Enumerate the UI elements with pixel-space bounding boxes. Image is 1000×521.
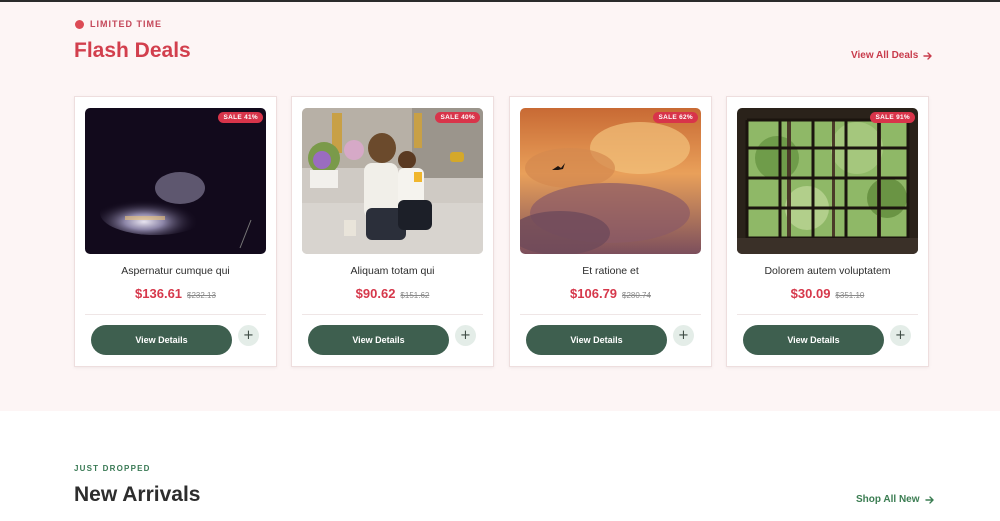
add-to-cart-button[interactable]: + [890, 325, 911, 346]
original-price: $151.62 [400, 291, 430, 300]
sale-price: $30.09 [790, 286, 831, 301]
card-divider [737, 314, 918, 315]
product-image[interactable]: SALE 41% [85, 108, 266, 254]
sale-badge: SALE 62% [653, 112, 698, 123]
product-name[interactable]: Aspernatur cumque qui [75, 265, 276, 277]
product-card[interactable]: SALE 41% Aspernatur cumque qui $136.61 $… [74, 96, 277, 367]
limited-time-eyebrow: LIMITED TIME [75, 19, 162, 29]
product-image[interactable]: SALE 62% [520, 108, 701, 254]
product-image[interactable]: SALE 40% [302, 108, 483, 254]
original-price: $351.10 [835, 291, 865, 300]
price-row: $136.61 $232.13 [75, 286, 276, 301]
view-details-button[interactable]: View Details [526, 325, 667, 355]
dark-smoke-photo [85, 108, 266, 254]
original-price: $232.13 [187, 291, 216, 300]
view-details-button[interactable]: View Details [743, 325, 884, 355]
sale-badge: SALE 40% [435, 112, 480, 123]
section-title: Flash Deals [74, 39, 191, 62]
section-title: New Arrivals [74, 483, 201, 506]
shop-all-label: Shop All New [856, 494, 920, 505]
price-row: $90.62 $151.62 [292, 286, 493, 301]
sale-price: $106.79 [570, 286, 618, 301]
plus-icon: + [243, 328, 254, 343]
product-card[interactable]: SALE 91% Dolorem autem voluptatem $30.09… [726, 96, 929, 367]
plus-icon: + [895, 328, 906, 343]
arrow-right-icon [924, 495, 934, 504]
flash-deals-section: LIMITED TIME Flash Deals View All Deals [0, 2, 1000, 411]
add-to-cart-button[interactable]: + [455, 325, 476, 346]
card-divider [302, 314, 483, 315]
sunset-clouds-bird-photo [520, 108, 701, 254]
product-name[interactable]: Et ratione et [510, 265, 711, 277]
just-dropped-eyebrow: JUST DROPPED [74, 464, 151, 473]
plus-icon: + [678, 328, 689, 343]
product-name[interactable]: Aliquam totam qui [292, 265, 493, 277]
sale-badge: SALE 41% [218, 112, 263, 123]
card-divider [520, 314, 701, 315]
window-trees-photo [737, 108, 918, 254]
original-price: $280.74 [622, 291, 651, 300]
price-row: $106.79 $280.74 [510, 286, 711, 301]
add-to-cart-button[interactable]: + [238, 325, 259, 346]
product-name[interactable]: Dolorem autem voluptatem [727, 265, 928, 277]
card-divider [85, 314, 266, 315]
arrow-right-icon [923, 51, 932, 60]
view-all-deals-link[interactable]: View All Deals [851, 50, 933, 61]
eyebrow-label: LIMITED TIME [90, 19, 162, 29]
plus-icon: + [460, 328, 471, 343]
product-image[interactable]: SALE 91% [737, 108, 918, 254]
shop-all-new-link[interactable]: Shop All New [856, 494, 935, 505]
product-card[interactable]: SALE 62% Et ratione et $106.79 $280.74 V… [509, 96, 712, 367]
live-dot-icon [75, 19, 84, 29]
mother-child-street-photo [302, 108, 483, 254]
price-row: $30.09 $351.10 [727, 286, 928, 301]
add-to-cart-button[interactable]: + [673, 325, 694, 346]
sale-price: $90.62 [355, 286, 396, 301]
sale-price: $136.61 [135, 286, 183, 301]
view-all-label: View All Deals [851, 50, 919, 61]
view-details-button[interactable]: View Details [308, 325, 449, 355]
view-details-button[interactable]: View Details [91, 325, 232, 355]
product-card[interactable]: SALE 40% Aliquam totam qui $90.62 $151.6… [291, 96, 494, 367]
sale-badge: SALE 91% [870, 112, 915, 123]
